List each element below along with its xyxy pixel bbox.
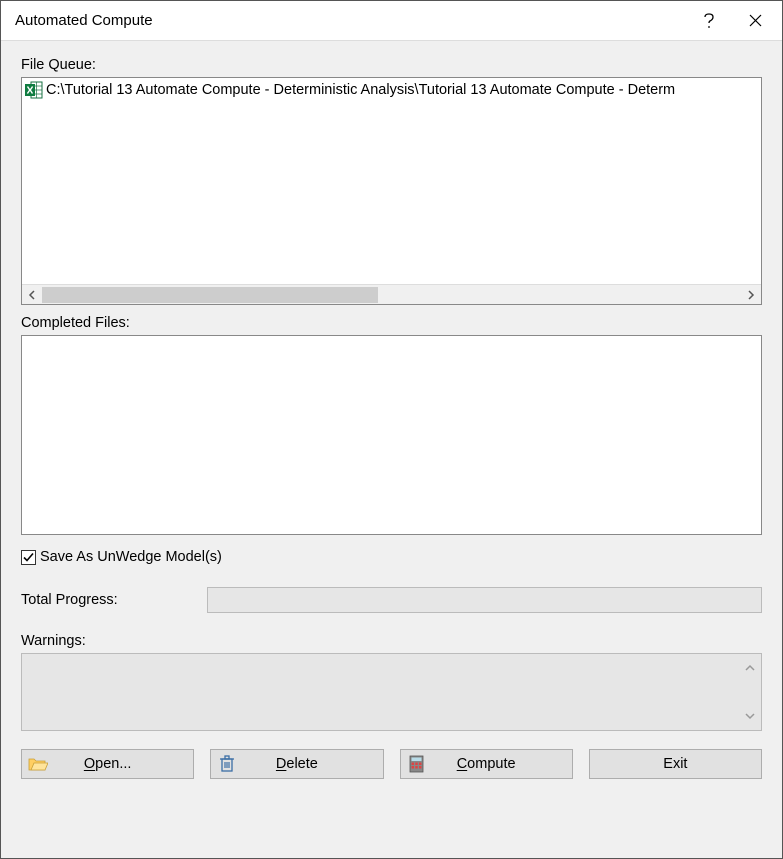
scroll-left-button[interactable]	[22, 285, 42, 305]
total-progress-label: Total Progress:	[21, 592, 207, 608]
exit-button[interactable]: Exit	[589, 749, 762, 779]
file-queue-listbox[interactable]: C:\Tutorial 13 Automate Compute - Determ…	[21, 77, 762, 305]
close-button[interactable]	[732, 1, 778, 41]
open-button[interactable]: Open...	[21, 749, 194, 779]
total-progress-bar	[207, 587, 762, 613]
folder-icon	[28, 754, 48, 774]
warnings-text	[22, 654, 739, 730]
chevron-right-icon	[747, 290, 755, 300]
warnings-label: Warnings:	[21, 633, 762, 649]
help-button[interactable]	[686, 1, 732, 41]
chevron-left-icon	[28, 290, 36, 300]
total-progress-row: Total Progress:	[21, 587, 762, 613]
completed-files-label: Completed Files:	[21, 315, 762, 331]
file-queue-item-path: C:\Tutorial 13 Automate Compute - Determ…	[46, 82, 675, 98]
file-queue-items: C:\Tutorial 13 Automate Compute - Determ…	[22, 78, 761, 284]
checkmark-icon	[23, 552, 34, 563]
chevron-down-icon	[745, 712, 755, 720]
dialog-title: Automated Compute	[15, 12, 686, 29]
button-row: Open... Delete	[21, 749, 762, 779]
trash-icon	[217, 754, 237, 774]
dialog-content: File Queue: C:\Tutorial 13 Automate Comp…	[1, 41, 782, 858]
spinner-up[interactable]	[739, 658, 761, 678]
delete-button[interactable]: Delete	[210, 749, 383, 779]
calculator-icon	[407, 754, 427, 774]
horizontal-scrollbar[interactable]	[22, 284, 761, 304]
compute-button-label: Compute	[457, 756, 516, 772]
delete-button-label: Delete	[276, 756, 318, 772]
open-button-label: Open...	[84, 756, 132, 772]
exit-button-label: Exit	[663, 756, 687, 772]
close-icon	[749, 14, 762, 27]
scroll-thumb[interactable]	[42, 287, 378, 303]
save-as-unwedge-row[interactable]: Save As UnWedge Model(s)	[21, 549, 762, 565]
titlebar: Automated Compute	[1, 1, 782, 41]
file-queue-item[interactable]: C:\Tutorial 13 Automate Compute - Determ…	[22, 78, 761, 102]
completed-files-listbox[interactable]	[21, 335, 762, 535]
scroll-right-button[interactable]	[741, 285, 761, 305]
file-queue-label: File Queue:	[21, 57, 762, 73]
spinner-down[interactable]	[739, 706, 761, 726]
warnings-spinner[interactable]	[739, 654, 761, 730]
excel-icon	[24, 80, 44, 100]
automated-compute-dialog: Automated Compute File Queue:	[0, 0, 783, 859]
compute-button[interactable]: Compute	[400, 749, 573, 779]
scroll-track[interactable]	[42, 285, 741, 305]
save-as-unwedge-checkbox[interactable]	[21, 550, 36, 565]
help-icon	[703, 13, 715, 29]
warnings-textbox[interactable]	[21, 653, 762, 731]
save-as-unwedge-label: Save As UnWedge Model(s)	[40, 549, 222, 565]
chevron-up-icon	[745, 664, 755, 672]
